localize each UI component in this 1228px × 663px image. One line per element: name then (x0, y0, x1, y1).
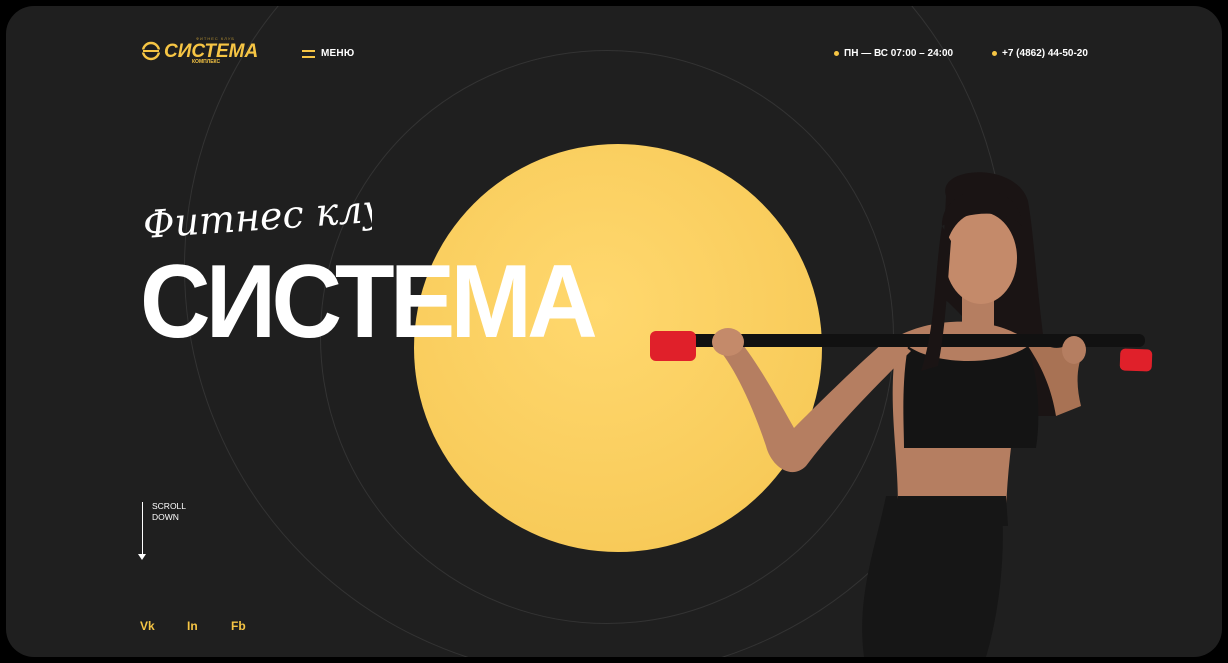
phone-text: +7 (4862) 44-50-20 (1002, 48, 1088, 59)
social-fb-link[interactable]: Fb (231, 619, 246, 633)
hamburger-icon (302, 49, 315, 58)
scroll-line1: SCROLL (152, 501, 187, 511)
social-vk-link[interactable]: Vk (140, 619, 155, 633)
menu-label: МЕНЮ (321, 48, 355, 59)
scroll-line (142, 502, 143, 554)
working-hours: ПН — ВС 07:00 – 24:00 (834, 48, 953, 59)
social-in-link[interactable]: In (187, 619, 198, 633)
phone-link[interactable]: +7 (4862) 44-50-20 (992, 48, 1088, 59)
logo[interactable]: СИСТЕМА ФИТНЕС КЛУБ КОМПЛЕКС (140, 36, 259, 65)
bullet-dot-icon (834, 51, 839, 56)
logo-text: СИСТЕМА (164, 40, 259, 62)
arrow-down-icon (138, 554, 146, 560)
scroll-down-link[interactable]: SCROLL DOWN (152, 501, 186, 523)
hero-subtitle-text: Фитнес клуб (142, 186, 372, 247)
logo-top-text: ФИТНЕС КЛУБ (196, 36, 236, 41)
hero-page: СИСТЕМА ФИТНЕС КЛУБ КОМПЛЕКС МЕНЮ ПН — В… (6, 6, 1222, 657)
menu-button[interactable]: МЕНЮ (302, 48, 354, 59)
scroll-line2: DOWN (152, 512, 179, 522)
working-hours-text: ПН — ВС 07:00 – 24:00 (844, 48, 954, 59)
hero-title: СИСТЕМА (140, 244, 598, 360)
athlete-photo (650, 172, 1153, 657)
bullet-dot-icon (992, 51, 997, 56)
logo-dumbbell-icon (141, 41, 161, 61)
logo-bottom-text: КОМПЛЕКС (192, 59, 221, 65)
